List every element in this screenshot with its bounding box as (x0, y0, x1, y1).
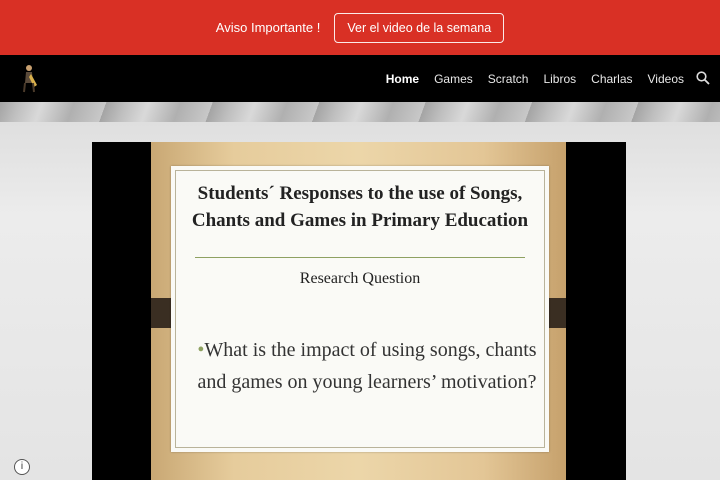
nav-item-home[interactable]: Home (386, 72, 419, 86)
nav-menu: Home Games Scratch Libros Charlas Videos (371, 55, 684, 102)
nav-item-libros[interactable]: Libros (543, 72, 576, 86)
top-navigation: Home Games Scratch Libros Charlas Videos (0, 55, 720, 102)
slide-bullet: •What is the impact of using songs, chan… (197, 334, 537, 398)
hero-banner-image (0, 102, 720, 122)
nav-item-scratch[interactable]: Scratch (488, 72, 529, 86)
nav-item-videos[interactable]: Videos (648, 72, 684, 86)
announcement-bar: Aviso Importante ! Ver el video de la se… (0, 0, 720, 55)
slide-title-line-1: Students´ Responses to the use of Songs, (197, 183, 523, 204)
announcement-text: Aviso Importante ! (215, 20, 321, 35)
info-icon[interactable]: i (14, 459, 30, 475)
slide-title-line-2: Chants and Games in Primary Education (191, 210, 529, 231)
nav-item-charlas[interactable]: Charlas (591, 72, 632, 86)
slide-divider (195, 257, 525, 258)
slide-bullet-line-2: and games on young learners’ motivation? (197, 371, 537, 393)
nav-item-games[interactable]: Games (434, 72, 473, 86)
presentation-slide: Students´ Responses to the use of Songs,… (171, 166, 549, 452)
slide-subtitle: Research Question (299, 270, 421, 287)
site-logo[interactable] (16, 63, 44, 93)
slide-title: Students´ Responses to the use of Songs,… (171, 180, 549, 234)
watch-weekly-video-button[interactable]: Ver el video de la semana (334, 12, 505, 43)
embedded-video-player[interactable]: Students´ Responses to the use of Songs,… (92, 142, 626, 480)
slide-bullet-line-1: What is the impact of using songs, chant… (204, 339, 537, 361)
search-icon[interactable] (696, 71, 710, 85)
